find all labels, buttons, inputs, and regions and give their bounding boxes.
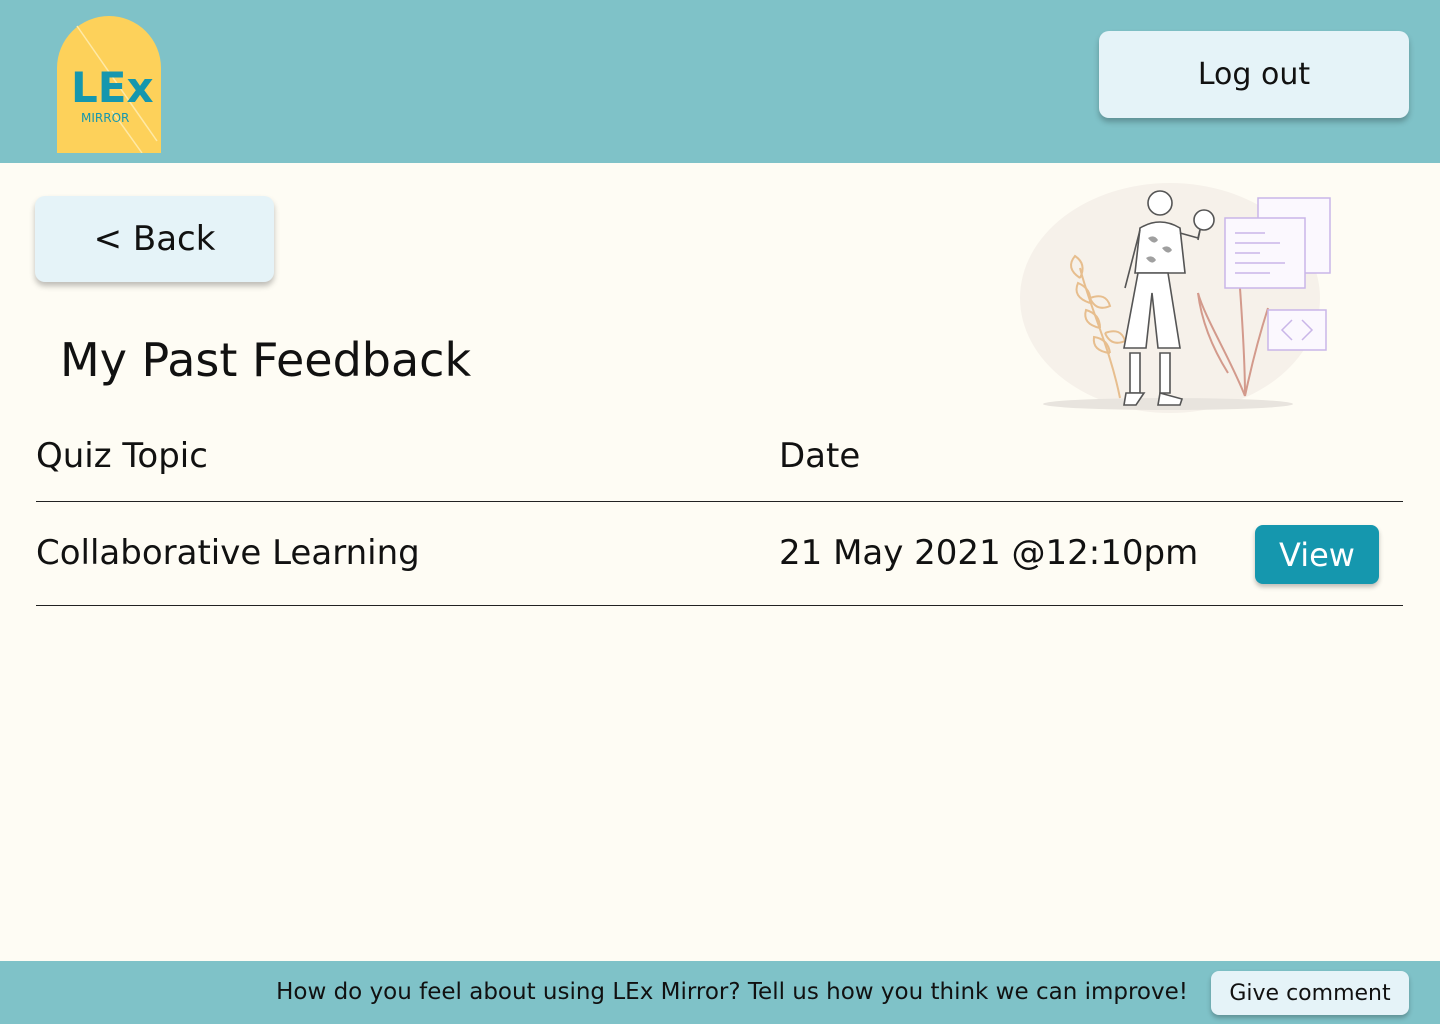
column-header-quiz-topic: Quiz Topic [36,436,208,476]
person-with-magnifier-illustration [1020,183,1331,413]
header-bar: LEx MIRROR Log out [0,0,1440,163]
feedback-prompt: How do you feel about using LEx Mirror? … [276,979,1188,1005]
column-header-date: Date [779,436,861,476]
row-divider [36,605,1403,606]
give-comment-button[interactable]: Give comment [1211,971,1409,1015]
header-divider [36,501,1403,502]
logout-button[interactable]: Log out [1099,31,1409,118]
row-date: 21 May 2021 @12:10pm [779,533,1199,573]
row-quiz-topic: Collaborative Learning [36,533,420,573]
back-button[interactable]: < Back [35,196,274,282]
footer-bar: How do you feel about using LEx Mirror? … [0,961,1440,1024]
lex-mirror-logo[interactable]: LEx MIRROR [57,16,161,153]
logo-text: LEx [71,63,154,112]
page-title: My Past Feedback [60,333,472,387]
view-feedback-button[interactable]: View [1255,525,1379,584]
logo-subtext: MIRROR [81,111,129,125]
